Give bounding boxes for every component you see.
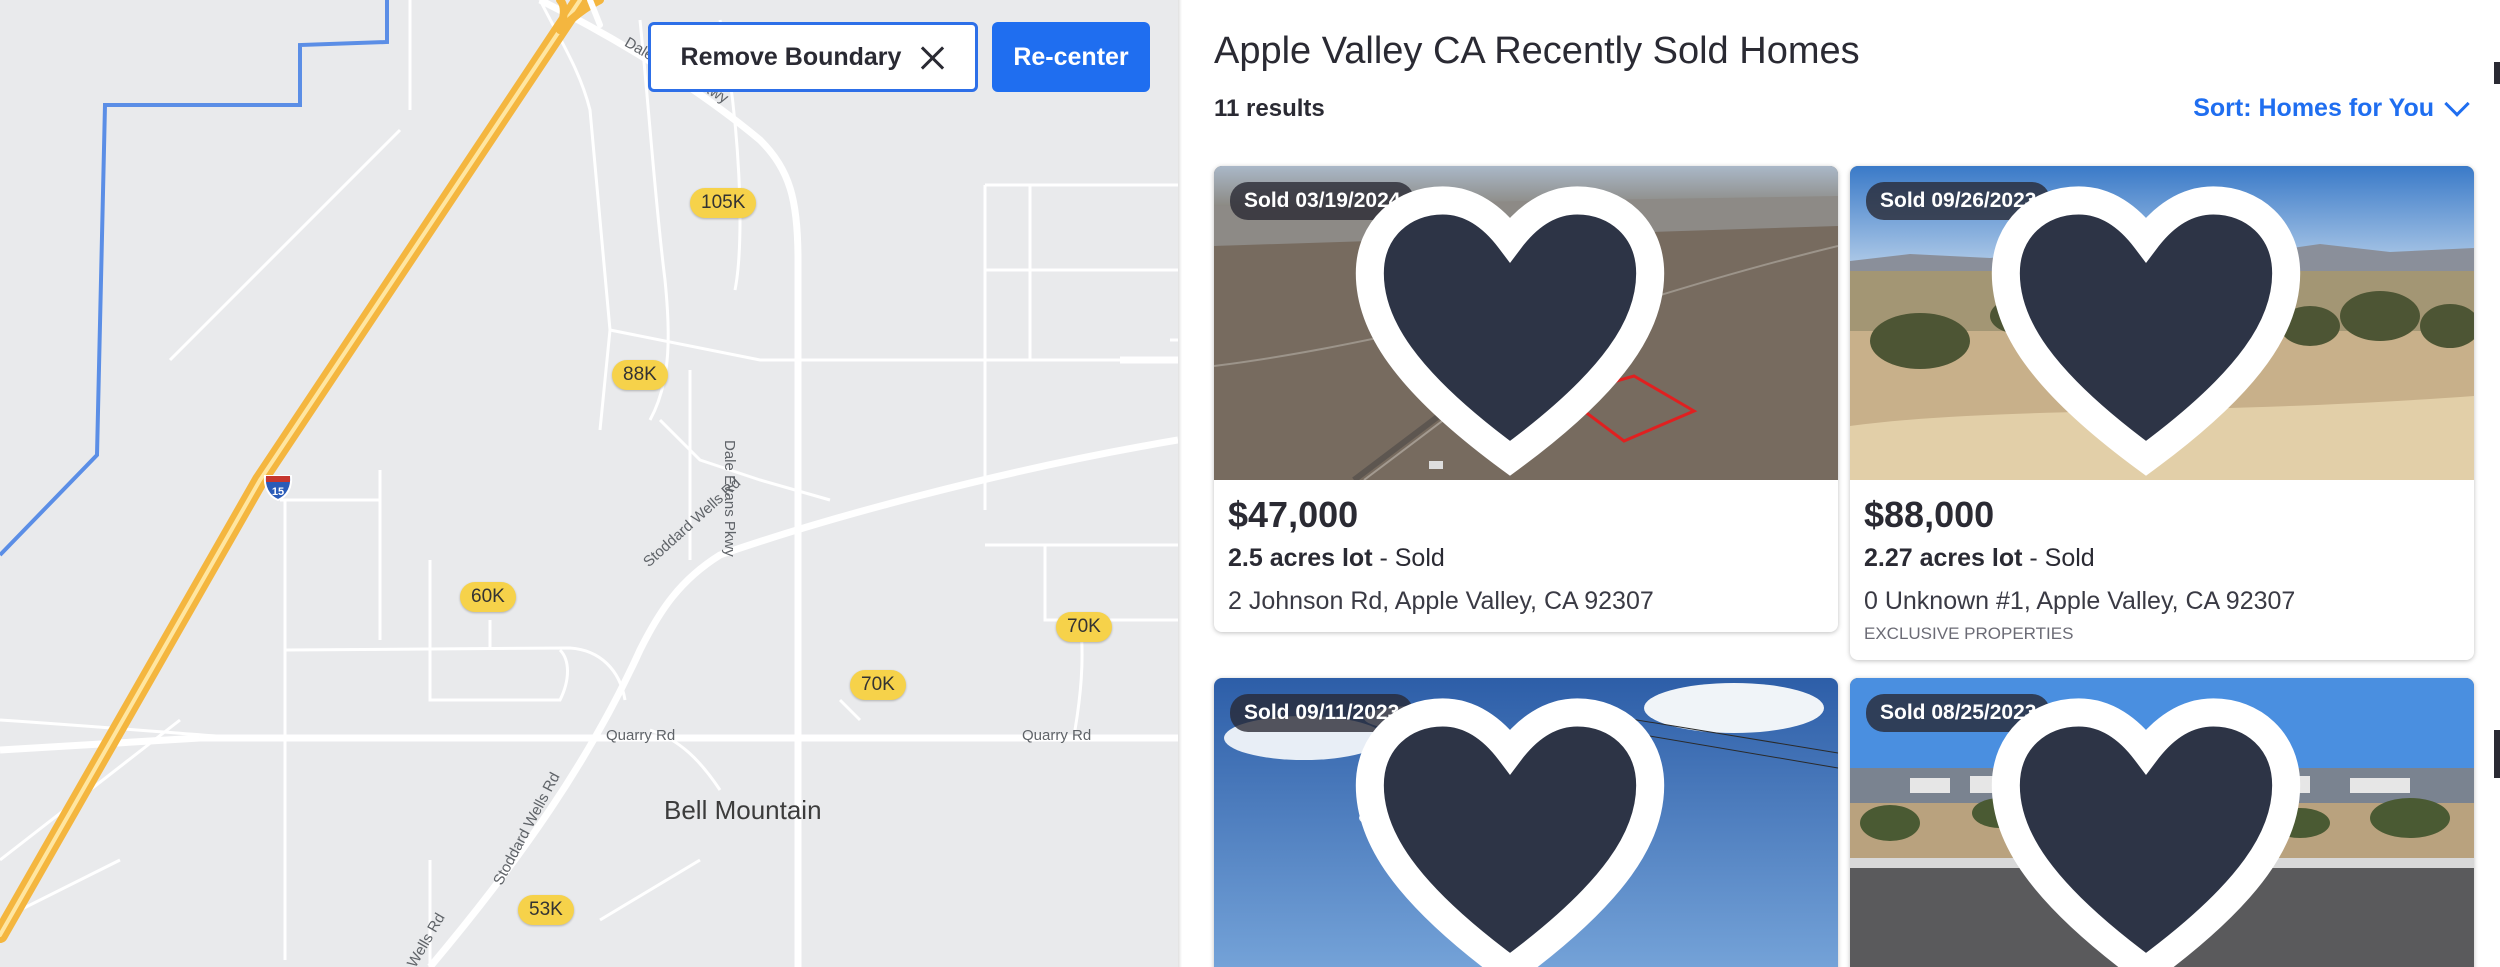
listing-price: $88,000	[1864, 494, 1995, 535]
scrollbar[interactable]	[2494, 62, 2500, 84]
listing-photo[interactable]: Sold 08/25/2023	[1850, 678, 2474, 967]
scrollbar-thumb[interactable]	[2494, 730, 2500, 778]
heart-icon[interactable]	[1850, 690, 2458, 967]
remove-boundary-label: Remove Boundary	[680, 42, 902, 71]
listing-facts: 2.5 acres lot - Sold	[1228, 544, 1824, 573]
heart-icon[interactable]	[1850, 178, 2458, 480]
interstate-shield-icon: 15	[263, 475, 293, 502]
place-label-bell-mountain: Bell Mountain	[664, 795, 822, 825]
listing-status: - Sold	[2022, 544, 2095, 572]
listing-price: $47,000	[1228, 494, 1359, 535]
listing-card[interactable]: Sold 09/26/2023 $88,000 2.27 acres lot -…	[1850, 166, 2474, 660]
interstate-number: 15	[272, 486, 284, 498]
price-pin[interactable]: 88K	[612, 360, 668, 390]
lot-size: 2.27 acres lot	[1864, 544, 2023, 572]
broker-name: EXCLUSIVE PROPERTIES	[1864, 624, 2074, 643]
listing-card[interactable]: Sold 09/11/2023	[1214, 678, 1838, 967]
listing-info: $88,000 2.27 acres lot - Sold 0 Unknown …	[1850, 480, 2474, 660]
price-pin[interactable]: 70K	[1056, 612, 1112, 642]
map-roads	[0, 0, 1178, 967]
recenter-button[interactable]: Re-center	[992, 22, 1150, 92]
road-label-quarry-right: Quarry Rd	[1022, 727, 1092, 744]
listing-photo[interactable]: Sold 03/19/2024	[1214, 166, 1838, 480]
listing-address: 0 Unknown #1, Apple Valley, CA 92307	[1864, 587, 2296, 615]
heart-icon[interactable]	[1214, 178, 1822, 480]
results-panel: Apple Valley CA Recently Sold Homes 11 r…	[1182, 0, 2500, 967]
lot-size: 2.5 acres lot	[1228, 544, 1373, 572]
listing-card[interactable]: Sold 03/19/2024 $47,000 2.5 acres lot - …	[1214, 166, 1838, 632]
heart-icon[interactable]	[1214, 690, 1822, 967]
listing-info: $47,000 2.5 acres lot - Sold 2 Johnson R…	[1214, 480, 1838, 632]
road-label-quarry-left: Quarry Rd	[606, 727, 676, 744]
listing-card[interactable]: Sold 08/25/2023	[1850, 678, 2474, 967]
sort-label: Sort: Homes for You	[2193, 94, 2434, 122]
listing-facts: 2.27 acres lot - Sold	[1864, 544, 2460, 573]
listing-photo[interactable]: Sold 09/11/2023	[1214, 678, 1838, 967]
price-pin[interactable]: 70K	[850, 670, 906, 700]
price-pin[interactable]: 105K	[690, 188, 757, 218]
sort-dropdown[interactable]: Sort: Homes for You	[2193, 90, 2470, 123]
listing-address: 2 Johnson Rd, Apple Valley, CA 92307	[1228, 587, 1654, 615]
listing-photo[interactable]: Sold 09/26/2023	[1850, 166, 2474, 480]
chevron-down-icon	[2444, 90, 2470, 117]
app: 15 Dale Evans Pkwy Dale Evans Pkwy Stodd…	[0, 0, 2500, 967]
map[interactable]: 15 Dale Evans Pkwy Dale Evans Pkwy Stodd…	[0, 0, 1178, 967]
remove-boundary-button[interactable]: Remove Boundary	[648, 22, 978, 92]
price-pin[interactable]: 53K	[518, 895, 574, 925]
price-pin[interactable]: 60K	[460, 582, 516, 612]
close-icon	[919, 44, 945, 70]
page-title: Apple Valley CA Recently Sold Homes	[1214, 30, 1860, 72]
results-count: 11 results	[1214, 95, 1325, 122]
listing-status: - Sold	[1372, 544, 1445, 572]
